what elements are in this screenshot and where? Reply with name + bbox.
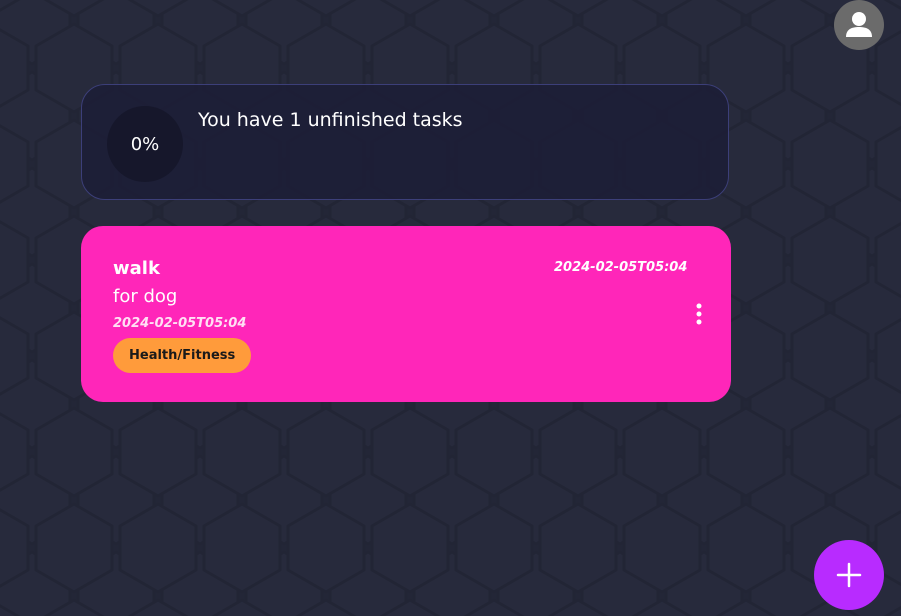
user-icon (846, 12, 872, 37)
task-card[interactable]: walk for dog 2024-02-05T05:04 2024-02-05… (81, 226, 731, 402)
add-task-button[interactable] (814, 540, 884, 610)
progress-percent: 0% (130, 133, 160, 155)
task-deadline: 2024-02-05T05:04 (554, 260, 688, 275)
task-category-badge: Health/Fitness (113, 338, 252, 373)
more-vertical-icon (696, 303, 702, 325)
user-avatar-button[interactable] (834, 0, 884, 50)
plus-icon (836, 562, 862, 588)
task-title: walk (113, 258, 160, 279)
task-description: for dog (113, 286, 178, 307)
task-date: 2024-02-05T05:04 (113, 316, 247, 331)
progress-circle: 0% (107, 106, 183, 182)
task-menu-button[interactable] (689, 300, 709, 328)
progress-summary-card: 0% You have 1 unfinished tasks (81, 84, 729, 200)
unfinished-tasks-message: You have 1 unfinished tasks (198, 109, 463, 131)
